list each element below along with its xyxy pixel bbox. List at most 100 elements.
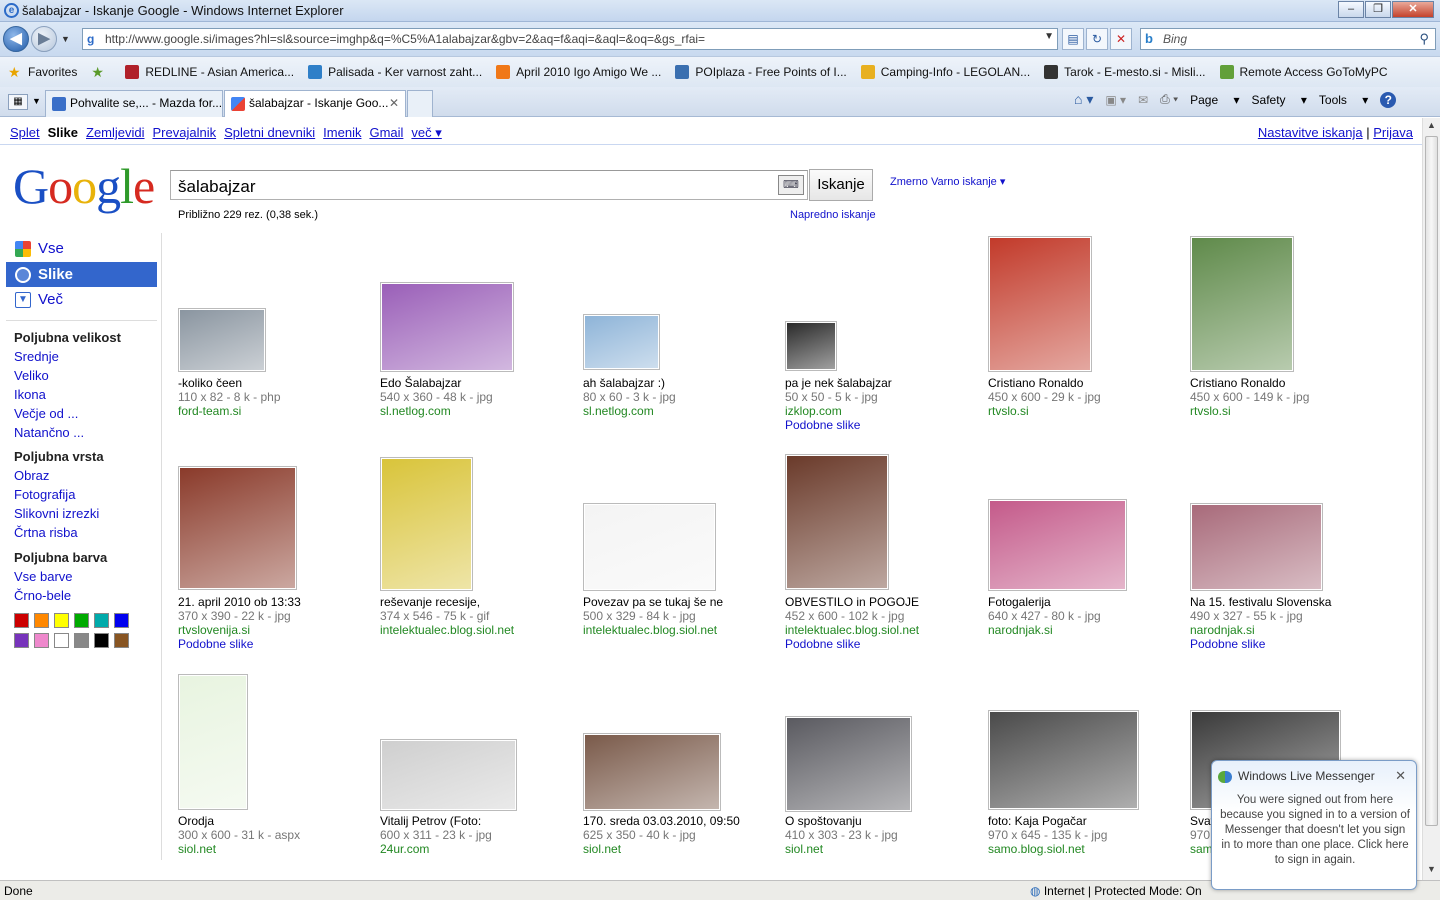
- scroll-thumb[interactable]: [1425, 136, 1438, 826]
- search-icon[interactable]: ⚲: [1419, 31, 1429, 47]
- result-thumbnail[interactable]: [583, 503, 716, 591]
- address-dropdown-icon[interactable]: ▼: [1044, 31, 1054, 42]
- color-swatch[interactable]: [74, 633, 89, 648]
- color-filter-link[interactable]: Črno-bele: [14, 588, 71, 603]
- maximize-button[interactable]: ❐: [1365, 1, 1391, 18]
- similar-images-link[interactable]: Podobne slike: [1190, 637, 1380, 651]
- result-domain[interactable]: siol.net: [785, 842, 975, 856]
- result-title[interactable]: Cristiano Ronaldo: [1190, 376, 1380, 390]
- result-domain[interactable]: siol.net: [178, 842, 368, 856]
- color-swatch[interactable]: [54, 613, 69, 628]
- search-query[interactable]: šalabajzar: [178, 177, 256, 197]
- messenger-message[interactable]: You were signed out from here because yo…: [1220, 793, 1410, 868]
- result-thumbnail[interactable]: [988, 499, 1127, 591]
- result-thumbnail[interactable]: [583, 314, 660, 370]
- result-title[interactable]: Fotogalerija: [988, 595, 1178, 609]
- quick-tabs-icon[interactable]: ▦: [8, 94, 28, 110]
- compatibility-view-icon[interactable]: ▤: [1062, 28, 1084, 50]
- result-thumbnail[interactable]: [178, 466, 297, 590]
- search-input[interactable]: šalabajzar: [170, 170, 808, 200]
- tab-google-images[interactable]: šalabajzar - Iskanje Goo... ✕: [224, 90, 406, 117]
- result-title[interactable]: Povezav pa se tukaj še ne: [583, 595, 773, 609]
- close-tab-icon[interactable]: ✕: [389, 91, 399, 116]
- gbar-item[interactable]: Splet: [10, 125, 40, 140]
- address-bar[interactable]: g http://www.google.si/images?hl=sl&sour…: [82, 28, 1058, 50]
- tab-list-dropdown-icon[interactable]: ▼: [32, 96, 41, 106]
- result-thumbnail[interactable]: [785, 716, 912, 812]
- result-thumbnail[interactable]: [583, 733, 721, 811]
- result-title[interactable]: OBVESTILO in POGOJE: [785, 595, 975, 609]
- result-domain[interactable]: intelektualec.blog.siol.net: [380, 623, 570, 637]
- result-thumbnail[interactable]: [178, 308, 266, 372]
- result-thumbnail[interactable]: [988, 236, 1092, 372]
- type-filter-link[interactable]: Fotografija: [14, 487, 75, 502]
- advanced-search-link[interactable]: Napredno iskanje: [790, 209, 876, 221]
- gbar-item[interactable]: Zemljevidi: [86, 125, 145, 140]
- color-filter-link[interactable]: Vse barve: [14, 569, 73, 584]
- mode-all[interactable]: Vse: [6, 236, 157, 261]
- result-domain[interactable]: intelektualec.blog.siol.net: [785, 623, 975, 637]
- result-thumbnail[interactable]: [178, 674, 248, 810]
- history-dropdown-icon[interactable]: ▼: [61, 34, 70, 44]
- color-swatch[interactable]: [74, 613, 89, 628]
- size-filter-link[interactable]: Večje od ...: [14, 406, 78, 421]
- print-icon[interactable]: ⎙ ▾: [1160, 92, 1178, 107]
- result-thumbnail[interactable]: [380, 739, 517, 811]
- favorite-link[interactable]: April 2010 Igo Amigo We ...: [496, 65, 661, 79]
- search-provider-box[interactable]: b Bing ⚲: [1140, 28, 1436, 50]
- result-thumbnail[interactable]: [1190, 236, 1294, 372]
- result-title[interactable]: -koliko čeen: [178, 376, 368, 390]
- close-notification-icon[interactable]: ✕: [1395, 768, 1406, 784]
- gbar-item[interactable]: Spletni dnevniki: [224, 125, 315, 140]
- result-domain[interactable]: rtvslo.si: [1190, 404, 1380, 418]
- new-tab-button[interactable]: [407, 90, 433, 117]
- color-swatch[interactable]: [14, 613, 29, 628]
- result-title[interactable]: Orodja: [178, 814, 368, 828]
- back-button[interactable]: ◀: [3, 26, 29, 52]
- color-swatch[interactable]: [34, 633, 49, 648]
- page-menu[interactable]: Page ▾: [1190, 93, 1239, 107]
- gbar-item[interactable]: Gmail: [369, 125, 403, 140]
- result-domain[interactable]: ford-team.si: [178, 404, 368, 418]
- sign-in-link[interactable]: Prijava: [1373, 125, 1413, 140]
- result-thumbnail[interactable]: [988, 710, 1139, 810]
- size-filter-link[interactable]: Veliko: [14, 368, 49, 383]
- keyboard-icon[interactable]: ⌨: [778, 175, 804, 195]
- size-filter-link[interactable]: Natančno ...: [14, 425, 84, 440]
- result-title[interactable]: foto: Kaja Pogačar: [988, 814, 1178, 828]
- result-domain[interactable]: rtvslovenija.si: [178, 623, 368, 637]
- search-settings-link[interactable]: Nastavitve iskanja: [1258, 125, 1363, 140]
- color-swatch[interactable]: [54, 633, 69, 648]
- color-swatch[interactable]: [114, 633, 129, 648]
- close-window-button[interactable]: ✕: [1392, 1, 1434, 18]
- home-icon[interactable]: ⌂ ▾: [1074, 91, 1093, 108]
- result-title[interactable]: O spoštovanju: [785, 814, 975, 828]
- type-filter-link[interactable]: Črtna risba: [14, 525, 78, 540]
- result-thumbnail[interactable]: [785, 454, 889, 590]
- result-thumbnail[interactable]: [785, 321, 837, 371]
- mode-images[interactable]: Slike: [6, 262, 157, 287]
- scroll-down-icon[interactable]: ▼: [1427, 864, 1436, 874]
- size-filter-link[interactable]: Srednje: [14, 349, 59, 364]
- result-domain[interactable]: sl.netlog.com: [583, 404, 773, 418]
- favorite-link[interactable]: Palisada - Ker varnost zaht...: [308, 65, 482, 79]
- color-swatch[interactable]: [94, 613, 109, 628]
- gbar-item[interactable]: Imenik: [323, 125, 361, 140]
- result-title[interactable]: reševanje recesije,: [380, 595, 570, 609]
- mail-icon[interactable]: ✉: [1138, 93, 1148, 107]
- refresh-icon[interactable]: ↻: [1086, 28, 1108, 50]
- result-thumbnail[interactable]: [380, 457, 473, 591]
- security-zone[interactable]: ◍ Internet | Protected Mode: On: [1030, 884, 1202, 898]
- gbar-item[interactable]: več ▾: [411, 125, 441, 140]
- result-domain[interactable]: narodnjak.si: [1190, 623, 1380, 637]
- result-domain[interactable]: izklop.com: [785, 404, 975, 418]
- tab-mazda[interactable]: Pohvalite se,... - Mazda for...: [45, 90, 223, 117]
- help-icon[interactable]: ?: [1380, 91, 1397, 108]
- color-swatch[interactable]: [14, 633, 29, 648]
- mode-more[interactable]: ▼ Več: [6, 287, 157, 312]
- vertical-scrollbar[interactable]: ▲ ▼: [1422, 118, 1440, 880]
- favorite-link[interactable]: Tarok - E-mesto.si - Misli...: [1044, 65, 1206, 79]
- search-button[interactable]: Iskanje: [809, 169, 873, 201]
- address-url[interactable]: http://www.google.si/images?hl=sl&source…: [105, 32, 705, 46]
- favorite-link[interactable]: REDLINE - Asian America...: [125, 65, 294, 79]
